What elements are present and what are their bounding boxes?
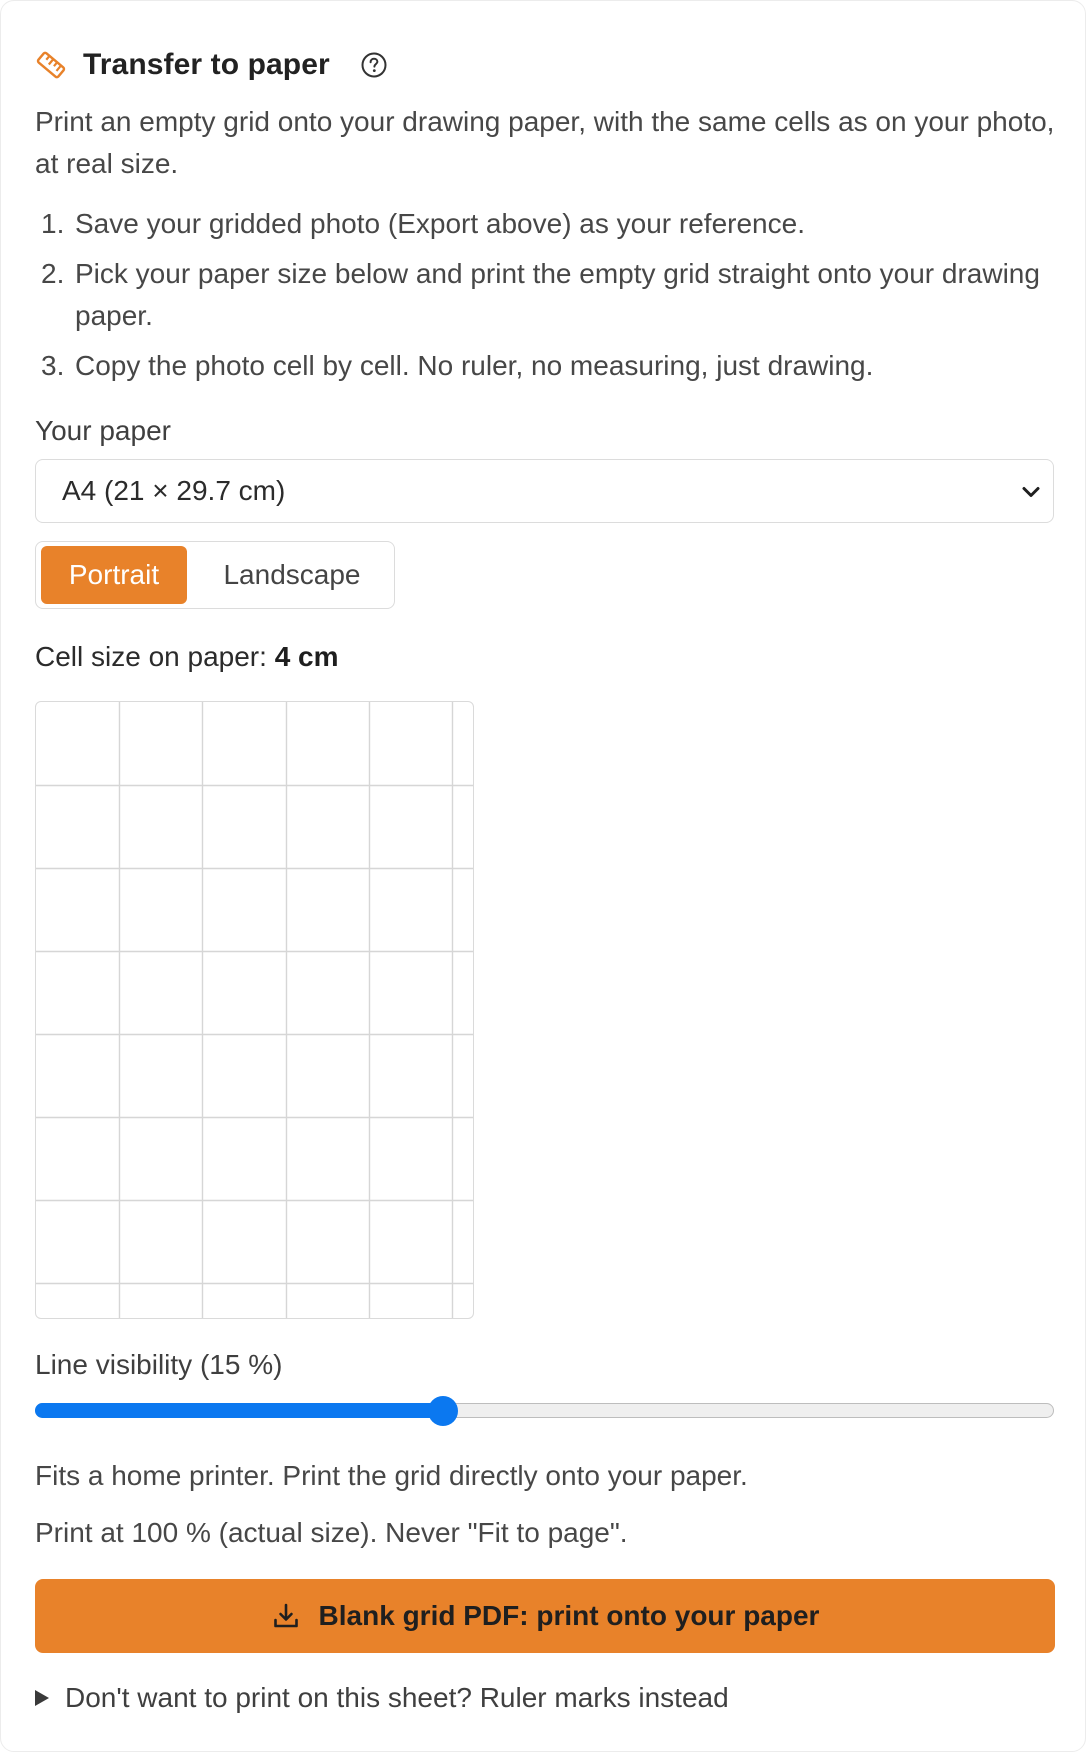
step-number: 2. bbox=[41, 258, 65, 289]
step-item: 3. Copy the photo cell by cell. No ruler… bbox=[35, 345, 1045, 387]
blank-grid-pdf-button[interactable]: Blank grid PDF: print onto your paper bbox=[35, 1579, 1055, 1653]
orientation-portrait-button[interactable]: Portrait bbox=[41, 546, 187, 604]
grid-preview-canvas bbox=[36, 702, 473, 1318]
printer-fit-hint: Fits a home printer. Print the grid dire… bbox=[35, 1460, 748, 1491]
ruler-marks-disclosure[interactable]: Don't want to print on this sheet? Ruler… bbox=[35, 1678, 729, 1718]
cell-size-value: 4 cm bbox=[274, 641, 339, 672]
chevron-down-icon bbox=[1022, 487, 1040, 497]
step-text: Save your gridded photo (Export above) a… bbox=[75, 208, 805, 239]
paper-size-selected-value: A4 (21 × 29.7 cm) bbox=[62, 475, 286, 506]
line-visibility-label: Line visibility (15 %) bbox=[35, 1349, 283, 1380]
paper-size-label: Your paper bbox=[35, 415, 171, 446]
step-item: 2. Pick your paper size below and print … bbox=[35, 253, 1045, 337]
ruler-icon bbox=[36, 51, 66, 79]
slider-thumb[interactable] bbox=[428, 1396, 458, 1426]
line-visibility-slider[interactable] bbox=[35, 1395, 1054, 1427]
step-text: Pick your paper size below and print the… bbox=[75, 258, 1040, 331]
transfer-to-paper-panel: Transfer to paper Print an empty grid on… bbox=[0, 0, 1086, 1752]
slider-fill bbox=[35, 1403, 443, 1418]
orientation-toggle: Portrait Landscape bbox=[35, 541, 395, 609]
print-scale-hint: Print at 100 % (actual size). Never "Fit… bbox=[35, 1517, 628, 1548]
disclosure-triangle-icon bbox=[35, 1690, 49, 1706]
orientation-landscape-button[interactable]: Landscape bbox=[194, 546, 390, 604]
cell-size-readout: Cell size on paper: 4 cm bbox=[35, 637, 339, 677]
grid-preview bbox=[35, 701, 474, 1319]
cell-size-label: Cell size on paper: bbox=[35, 641, 275, 672]
steps-list: 1. Save your gridded photo (Export above… bbox=[35, 203, 1045, 395]
ruler-marks-disclosure-label: Don't want to print on this sheet? Ruler… bbox=[65, 1682, 729, 1713]
step-item: 1. Save your gridded photo (Export above… bbox=[35, 203, 1045, 245]
panel-header: Transfer to paper bbox=[35, 45, 388, 85]
intro-text: Print an empty grid onto your drawing pa… bbox=[35, 106, 1055, 179]
paper-size-select[interactable]: A4 (21 × 29.7 cm) bbox=[35, 459, 1054, 523]
download-icon bbox=[273, 1603, 298, 1628]
panel-title: Transfer to paper bbox=[83, 48, 330, 81]
step-number: 1. bbox=[41, 208, 65, 239]
step-text: Copy the photo cell by cell. No ruler, n… bbox=[75, 350, 874, 381]
step-number: 3. bbox=[41, 350, 65, 381]
blank-grid-pdf-button-label: Blank grid PDF: print onto your paper bbox=[318, 1600, 820, 1631]
question-circle-icon[interactable] bbox=[360, 51, 388, 79]
